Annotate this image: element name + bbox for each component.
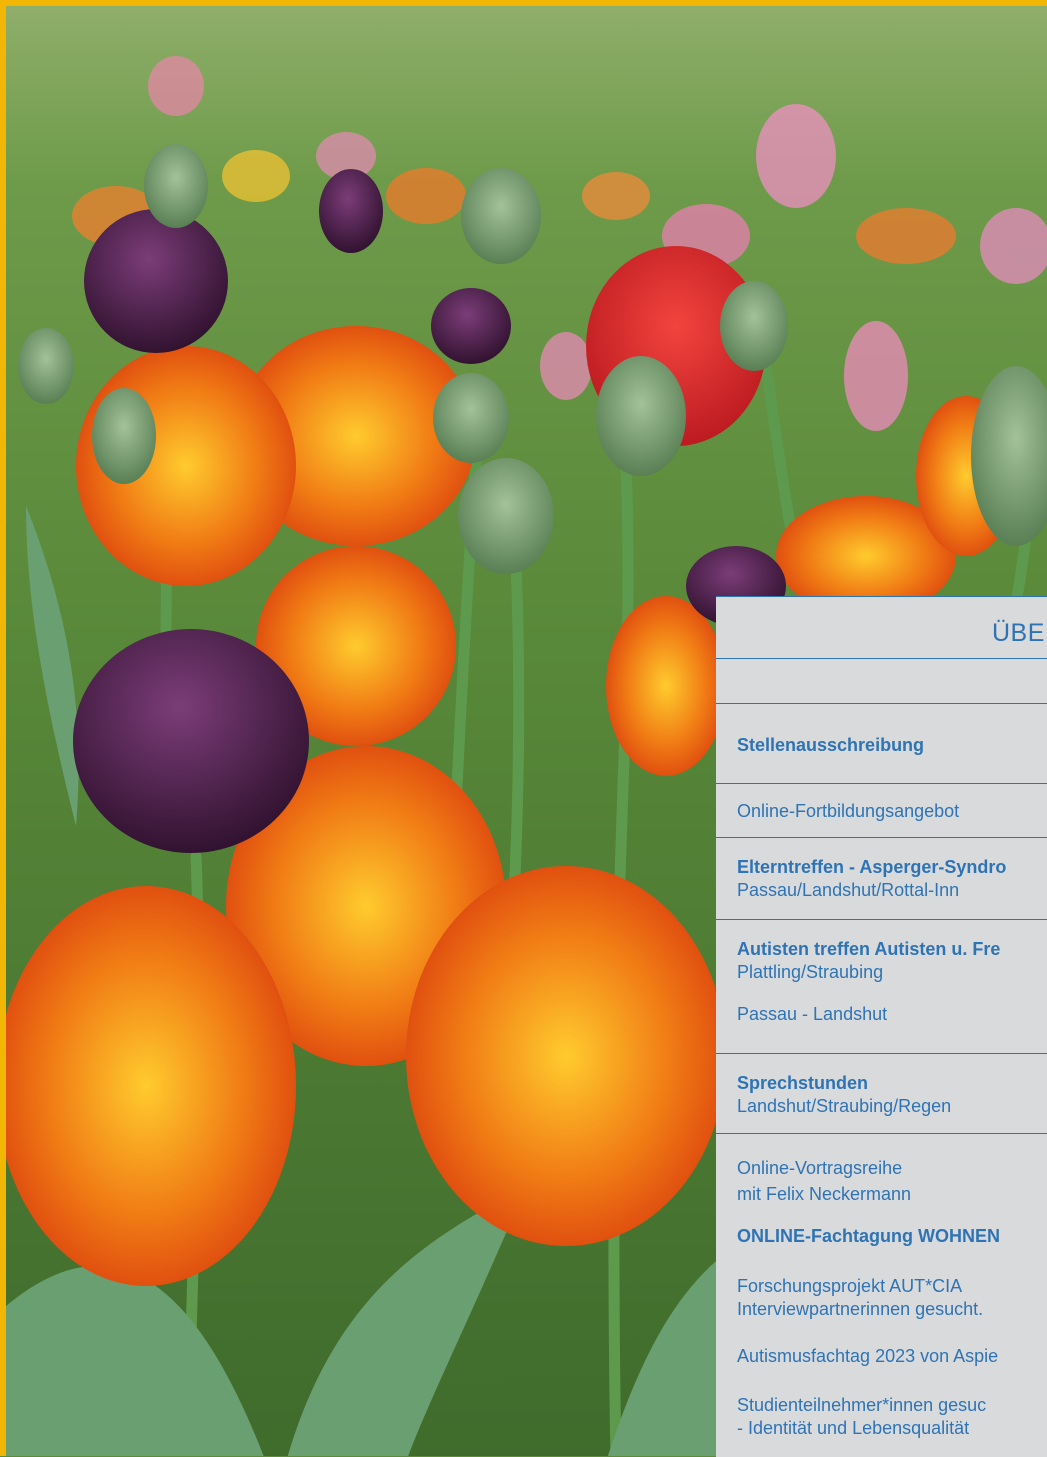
panel-title: ÜBE	[992, 619, 1045, 647]
entry-online-training[interactable]: Online-Fortbildungsangebot	[716, 784, 1047, 838]
entry-autists-meet[interactable]: Autisten treffen Autisten u. Fre Plattli…	[716, 920, 1047, 1054]
entry-title[interactable]: Online-Fortbildungsangebot	[737, 800, 959, 822]
panel-spacer	[716, 659, 1047, 704]
entry-study-participants[interactable]: Studienteilnehmer*innen gesuc	[737, 1394, 986, 1416]
entry-parent-meeting[interactable]: Elterntreffen - Asperger-Syndro Passau/L…	[716, 838, 1047, 920]
entry-title[interactable]: Sprechstunden	[737, 1072, 868, 1094]
entry-subtitle[interactable]: Landshut/Straubing/Regen	[737, 1095, 951, 1117]
entry-subtitle[interactable]: Plattling/Straubing	[737, 961, 883, 983]
entry-title[interactable]: Autisten treffen Autisten u. Fre	[737, 938, 1000, 960]
entry-lecture-series-speaker[interactable]: mit Felix Neckermann	[737, 1183, 911, 1205]
entry-online-conference[interactable]: ONLINE-Fachtagung WOHNEN	[737, 1225, 1000, 1247]
entry-subtitle[interactable]: Passau - Landshut	[737, 1003, 887, 1025]
entry-lecture-series[interactable]: Online-Vortragsreihe	[737, 1157, 902, 1179]
entry-autism-day[interactable]: Autismusfachtag 2023 von Aspie	[737, 1345, 998, 1367]
overview-panel: ÜBE Stellenausschreibung Online-Fortbild…	[716, 596, 1047, 1457]
entry-job-posting[interactable]: Stellenausschreibung	[716, 704, 1047, 784]
panel-header: ÜBE	[716, 597, 1047, 659]
entry-research-project[interactable]: Forschungsprojekt AUT*CIA	[737, 1275, 962, 1297]
entry-study-participants-sub[interactable]: - Identität und Lebensqualität	[737, 1417, 969, 1439]
entry-subtitle[interactable]: Passau/Landshut/Rottal-Inn	[737, 879, 959, 901]
entry-title[interactable]: Elterntreffen - Asperger-Syndro	[737, 856, 1006, 878]
entry-misc-list: Online-Vortragsreihe mit Felix Neckerman…	[716, 1134, 1047, 1457]
entry-title[interactable]: Stellenausschreibung	[737, 734, 924, 756]
entry-research-project-sub[interactable]: Interviewpartnerinnen gesucht.	[737, 1298, 983, 1320]
entry-office-hours[interactable]: Sprechstunden Landshut/Straubing/Regen	[716, 1054, 1047, 1134]
